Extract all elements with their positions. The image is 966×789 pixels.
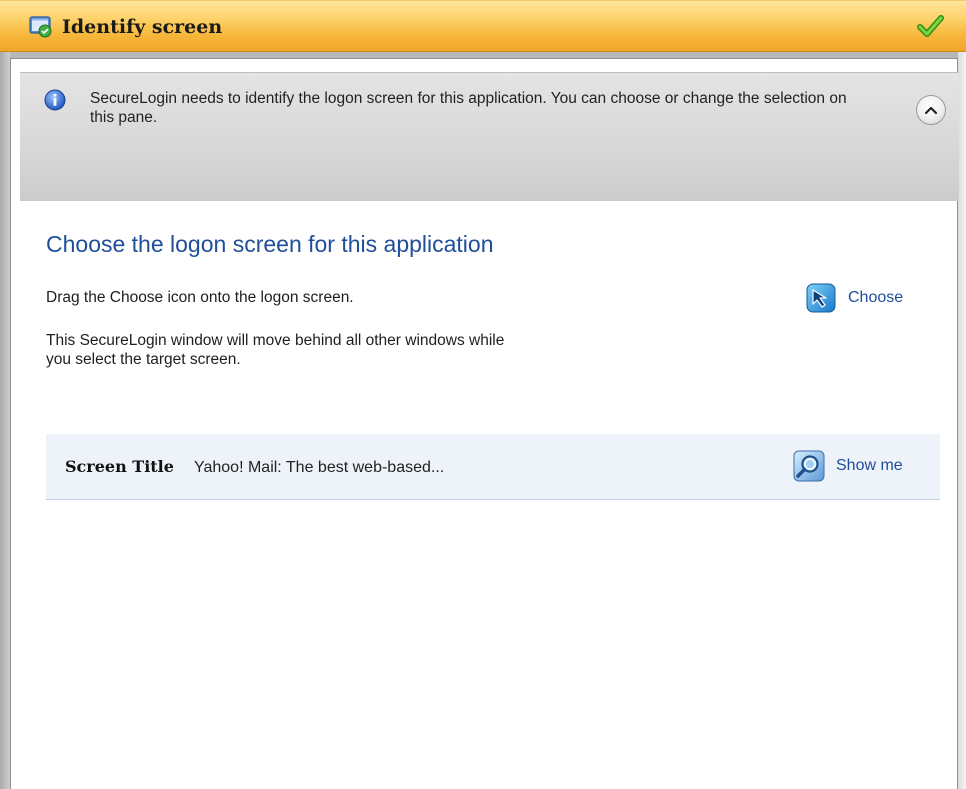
chevron-up-icon <box>924 106 938 115</box>
move-note: This SecureLogin window will move behind… <box>46 332 505 368</box>
drag-instruction: Drag the Choose icon onto the logon scre… <box>46 289 354 306</box>
section-heading: Choose the logon screen for this applica… <box>46 231 494 257</box>
title-bar: Identify screen <box>0 0 966 52</box>
app-window: Identify screen SecureLogin needs to ide… <box>0 0 966 789</box>
identify-screen-icon <box>29 16 52 38</box>
info-pane: SecureLogin needs to identify the logon … <box>20 72 959 201</box>
green-check-icon <box>917 15 944 37</box>
screen-title-value: Yahoo! Mail: The best web-based... <box>194 459 445 476</box>
screen-title-row: Screen Title Yahoo! Mail: The best web-b… <box>46 434 940 500</box>
show-me-label[interactable]: Show me <box>836 457 903 475</box>
choose-arrow-icon[interactable] <box>806 283 836 313</box>
magnifier-icon[interactable] <box>792 449 826 483</box>
window-title: Identify screen <box>62 16 223 38</box>
choose-label[interactable]: Choose <box>848 289 903 307</box>
info-icon <box>44 89 66 111</box>
screen-title-label: Screen Title <box>65 457 174 476</box>
window-right-border <box>958 52 966 789</box>
window-left-border <box>0 52 10 789</box>
info-message: SecureLogin needs to identify the logon … <box>90 90 847 126</box>
collapse-button[interactable] <box>916 95 946 125</box>
show-me-button[interactable]: Show me <box>792 448 903 484</box>
choose-button[interactable]: Choose <box>806 283 903 313</box>
